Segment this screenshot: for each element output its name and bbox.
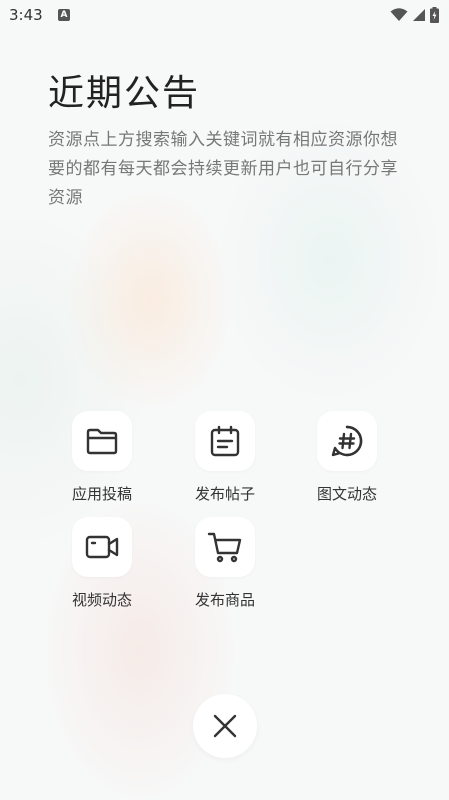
action-icon-box[interactable] bbox=[317, 411, 377, 471]
action-image-text-post[interactable]: 图文动态 bbox=[297, 411, 397, 504]
action-video-post[interactable]: 视频动态 bbox=[52, 517, 152, 610]
status-time: 3:43 bbox=[9, 6, 43, 24]
close-icon bbox=[213, 714, 237, 738]
battery-icon bbox=[430, 7, 439, 23]
notification-icon: A bbox=[58, 9, 70, 21]
action-icon-box[interactable] bbox=[72, 517, 132, 577]
wifi-icon bbox=[390, 8, 408, 21]
action-icon-box[interactable] bbox=[195, 517, 255, 577]
action-label: 发布商品 bbox=[194, 591, 255, 609]
action-label: 视频动态 bbox=[71, 591, 132, 609]
status-bar: 3:43 A bbox=[0, 0, 449, 30]
action-label: 应用投稿 bbox=[71, 485, 132, 503]
hashtag-bubble-icon bbox=[331, 425, 363, 457]
action-icon-box[interactable] bbox=[72, 411, 132, 471]
action-label: 图文动态 bbox=[316, 485, 377, 503]
action-app-submission[interactable]: 应用投稿 bbox=[52, 411, 152, 504]
video-camera-icon bbox=[85, 535, 119, 559]
action-icon-box[interactable] bbox=[195, 411, 255, 471]
shopping-cart-icon bbox=[207, 532, 242, 563]
close-button[interactable] bbox=[193, 694, 257, 758]
action-label: 发布帖子 bbox=[194, 485, 255, 503]
blurred-background bbox=[0, 0, 449, 800]
notice-description: 资源点上方搜索输入关键词就有相应资源你想要的都有每天都会持续更新用户也可自行分享… bbox=[48, 130, 398, 208]
signal-icon bbox=[413, 9, 425, 21]
calendar-icon bbox=[210, 425, 240, 457]
status-icons bbox=[390, 7, 439, 23]
action-publish-post[interactable]: 发布帖子 bbox=[175, 411, 275, 504]
action-publish-product[interactable]: 发布商品 bbox=[175, 517, 275, 610]
notice-title: 近期公告 bbox=[48, 73, 201, 114]
folder-icon bbox=[86, 428, 118, 455]
